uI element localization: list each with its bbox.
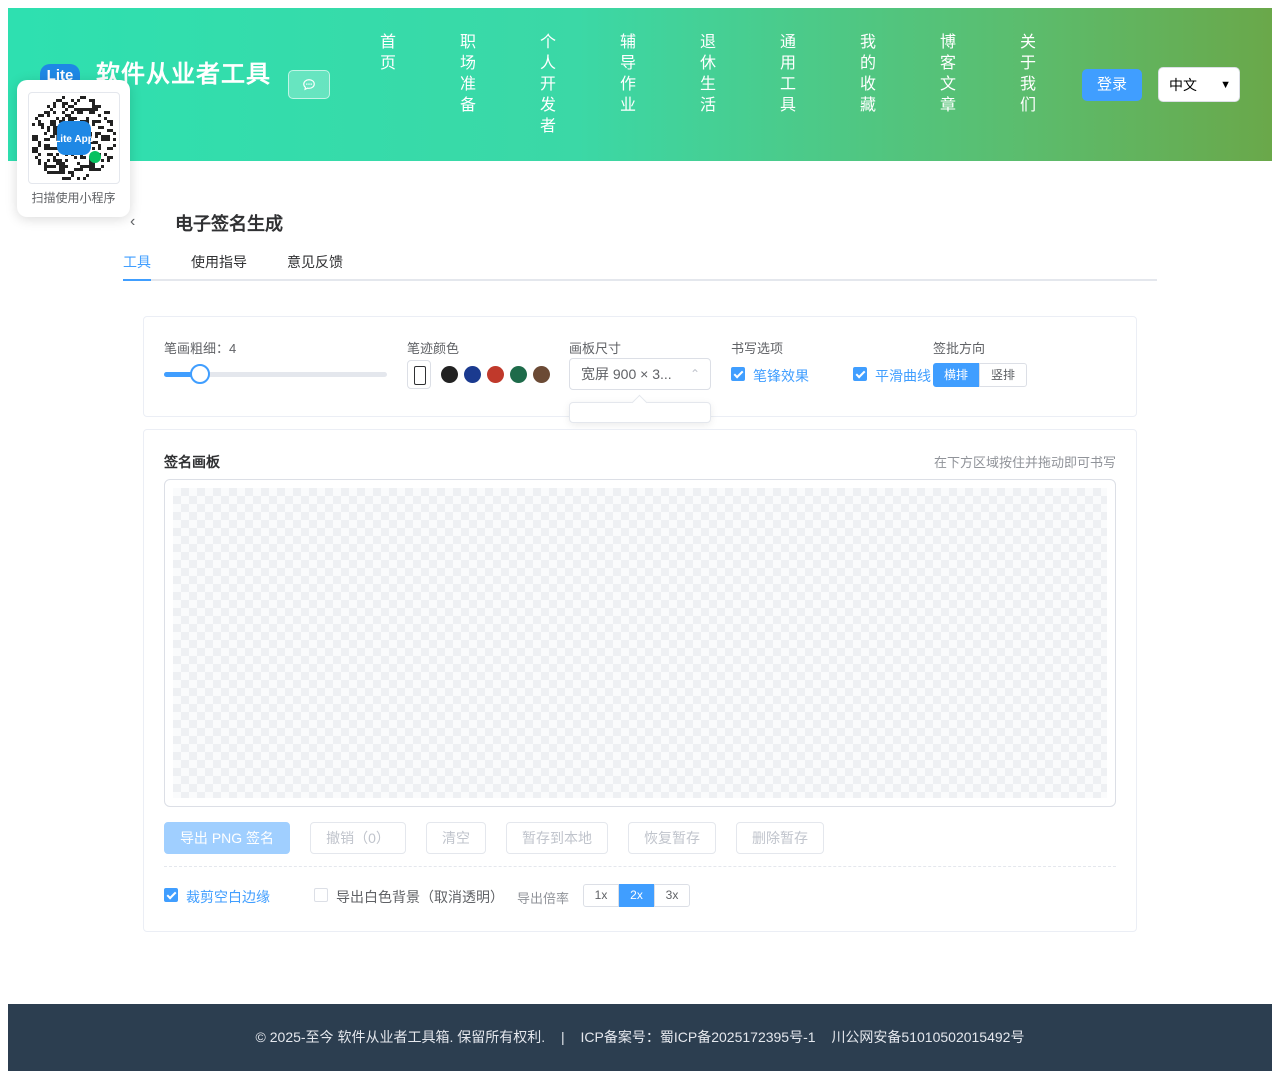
color-swatch-1[interactable]	[464, 366, 481, 383]
smooth-curve-checkbox[interactable]	[853, 367, 867, 381]
tab-feedback[interactable]: 意见反馈	[287, 252, 343, 281]
restore-button[interactable]: 恢复暂存	[628, 822, 716, 854]
chevron-up-icon: ⌃	[689, 367, 700, 381]
qr-code-image: Lite App	[28, 92, 120, 184]
slider-thumb[interactable]	[189, 364, 210, 384]
scale-1x[interactable]: 1x	[583, 884, 619, 907]
direction-label: 签批方向	[933, 341, 986, 356]
clear-button[interactable]: 清空	[426, 822, 486, 854]
white-bg-label[interactable]: 导出白色背景（取消透明）	[336, 887, 504, 907]
smooth-curve-label[interactable]: 平滑曲线	[875, 366, 931, 386]
stroke-width-label: 笔画粗细：4	[164, 341, 237, 356]
footer: © 2025-至今 软件从业者工具箱. 保留所有权利. | ICP备案号：蜀IC…	[8, 1004, 1272, 1071]
export-png-button[interactable]: 导出 PNG 签名	[164, 822, 290, 854]
undo-button[interactable]: 撤销（0）	[310, 822, 406, 854]
save-local-button[interactable]: 暂存到本地	[506, 822, 608, 854]
footer-police[interactable]: 川公网安备51010502015492号	[831, 1029, 1024, 1045]
color-swatch-0[interactable]	[441, 366, 458, 383]
qr-caption: 扫描使用小程序	[31, 191, 116, 205]
canvas-size-dropdown	[569, 402, 711, 423]
canvas-size-label: 画板尺寸	[569, 341, 622, 356]
tab-guide[interactable]: 使用指导	[191, 252, 247, 281]
nav-item-3[interactable]: 辅导作业	[618, 32, 638, 116]
scale-2x[interactable]: 2x	[619, 884, 654, 907]
tab-bar: 工具 使用指导 意见反馈	[123, 252, 1157, 281]
nav-item-4[interactable]: 退休生活	[698, 32, 718, 116]
delete-saved-button[interactable]: 删除暂存	[736, 822, 824, 854]
nav-item-8[interactable]: 关于我们	[1018, 32, 1038, 116]
export-scale-label: 导出倍率	[517, 891, 570, 906]
pen-tip-checkbox[interactable]	[731, 367, 745, 381]
chat-bubble-icon	[303, 78, 315, 90]
canvas-size-select[interactable]: 宽屏 900 × 3... ⌃	[569, 358, 711, 390]
language-select[interactable]: 中文 ▼	[1158, 67, 1240, 102]
footer-copyright: © 2025-至今 软件从业者工具箱. 保留所有权利.	[255, 1029, 546, 1045]
nav-item-2[interactable]: 个人开发者	[538, 32, 558, 137]
qr-badge-text: Lite App	[54, 134, 94, 145]
footer-icp[interactable]: ICP备案号：蜀ICP备2025172395号-1	[581, 1029, 816, 1045]
chevron-down-icon: ▼	[1220, 78, 1231, 91]
crop-checkbox[interactable]	[164, 888, 178, 902]
divider	[164, 866, 1116, 867]
chat-button[interactable]	[288, 70, 330, 99]
login-button[interactable]: 登录	[1082, 69, 1142, 101]
nav-item-0[interactable]: 首页	[378, 32, 398, 74]
qr-popup: Lite App 扫描使用小程序	[17, 80, 130, 217]
writing-options-label: 书写选项	[731, 341, 784, 356]
pen-tip-label[interactable]: 笔锋效果	[753, 366, 809, 386]
nav-item-1[interactable]: 职场准备	[458, 32, 478, 116]
canvas-size-value: 宽屏 900 × 3...	[581, 366, 672, 382]
board-title: 签名画板	[164, 454, 220, 470]
footer-separator: |	[561, 1029, 565, 1045]
nav-item-6[interactable]: 我的收藏	[858, 32, 878, 116]
stroke-color-label: 笔迹颜色	[407, 341, 460, 356]
crop-label[interactable]: 裁剪空白边缘	[186, 887, 270, 907]
tab-tool[interactable]: 工具	[123, 252, 151, 281]
back-chevron-icon[interactable]: ‹	[130, 213, 135, 231]
signature-canvas-frame	[164, 479, 1116, 807]
direction-horizontal[interactable]: 横排	[933, 363, 979, 387]
direction-vertical[interactable]: 竖排	[979, 363, 1027, 387]
nav-item-7[interactable]: 博客文章	[938, 32, 958, 116]
nav-item-5[interactable]: 通用工具	[778, 32, 798, 116]
color-swatch-4[interactable]	[533, 366, 550, 383]
top-header: Lite 软件从业者工具 首页 职场准备 个人开发者 辅导作业 退休生活 通用工具 我的收藏…	[8, 8, 1272, 161]
page-title: 电子签名生成	[175, 214, 283, 234]
custom-color-picker[interactable]	[407, 360, 431, 389]
color-swatch-2[interactable]	[487, 366, 504, 383]
language-value: 中文	[1169, 76, 1197, 93]
signature-canvas[interactable]	[173, 488, 1107, 798]
scale-3x[interactable]: 3x	[654, 884, 690, 907]
white-bg-checkbox[interactable]	[314, 888, 328, 902]
color-swatch-3[interactable]	[510, 366, 527, 383]
board-hint: 在下方区域按住并拖动即可书写	[933, 455, 1116, 470]
